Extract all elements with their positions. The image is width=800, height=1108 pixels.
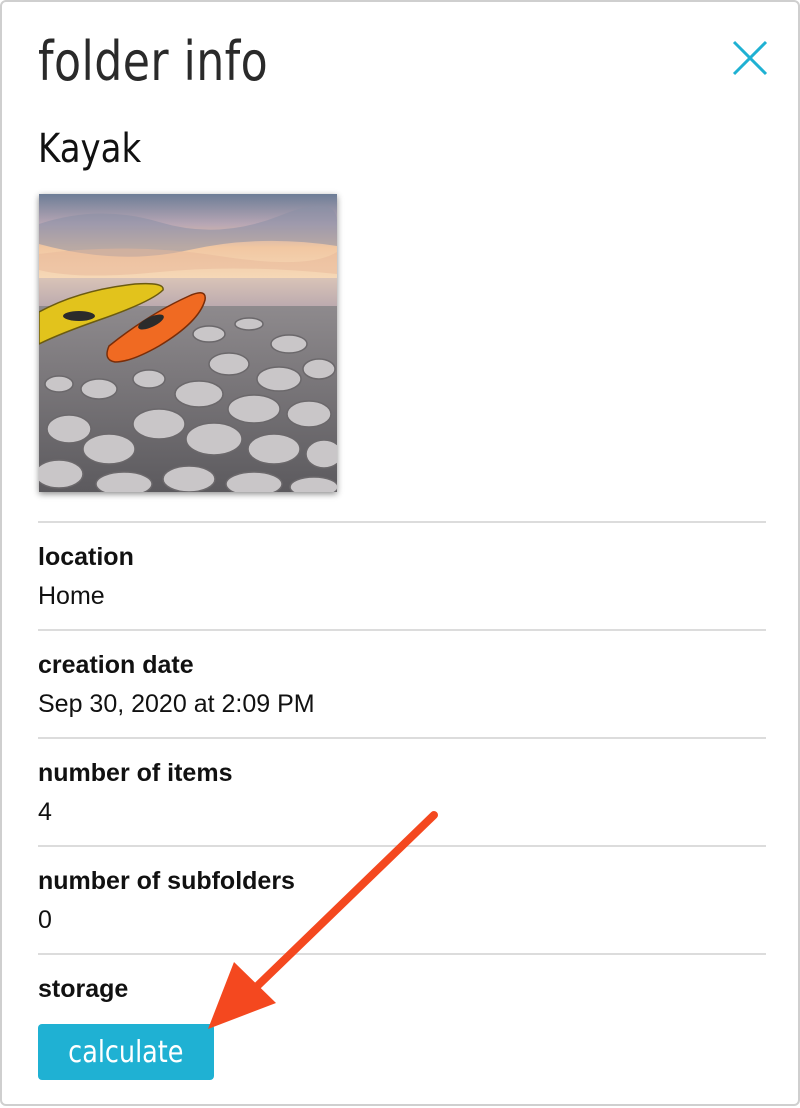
dialog-title: folder info — [38, 30, 269, 93]
divider — [38, 845, 766, 847]
creation-date-label: creation date — [38, 651, 194, 679]
storage-label: storage — [38, 975, 129, 1003]
number-of-subfolders-value: 0 — [38, 906, 52, 934]
number-of-items-value: 4 — [38, 798, 52, 826]
number-of-subfolders-label: number of subfolders — [38, 867, 295, 895]
divider — [38, 521, 766, 523]
divider — [38, 629, 766, 631]
close-icon[interactable] — [730, 38, 770, 78]
divider — [38, 953, 766, 955]
divider — [38, 737, 766, 739]
folder-info-dialog: folder info Kayak location Home creation… — [0, 0, 800, 1106]
location-label: location — [38, 543, 134, 571]
folder-name: Kayak — [38, 126, 142, 172]
number-of-items-label: number of items — [38, 759, 233, 787]
calculate-button[interactable]: calculate — [38, 1024, 214, 1080]
location-value: Home — [38, 582, 105, 610]
calculate-button-label: calculate — [68, 1034, 184, 1070]
creation-date-value: Sep 30, 2020 at 2:09 PM — [38, 690, 315, 718]
folder-thumbnail — [39, 194, 337, 492]
